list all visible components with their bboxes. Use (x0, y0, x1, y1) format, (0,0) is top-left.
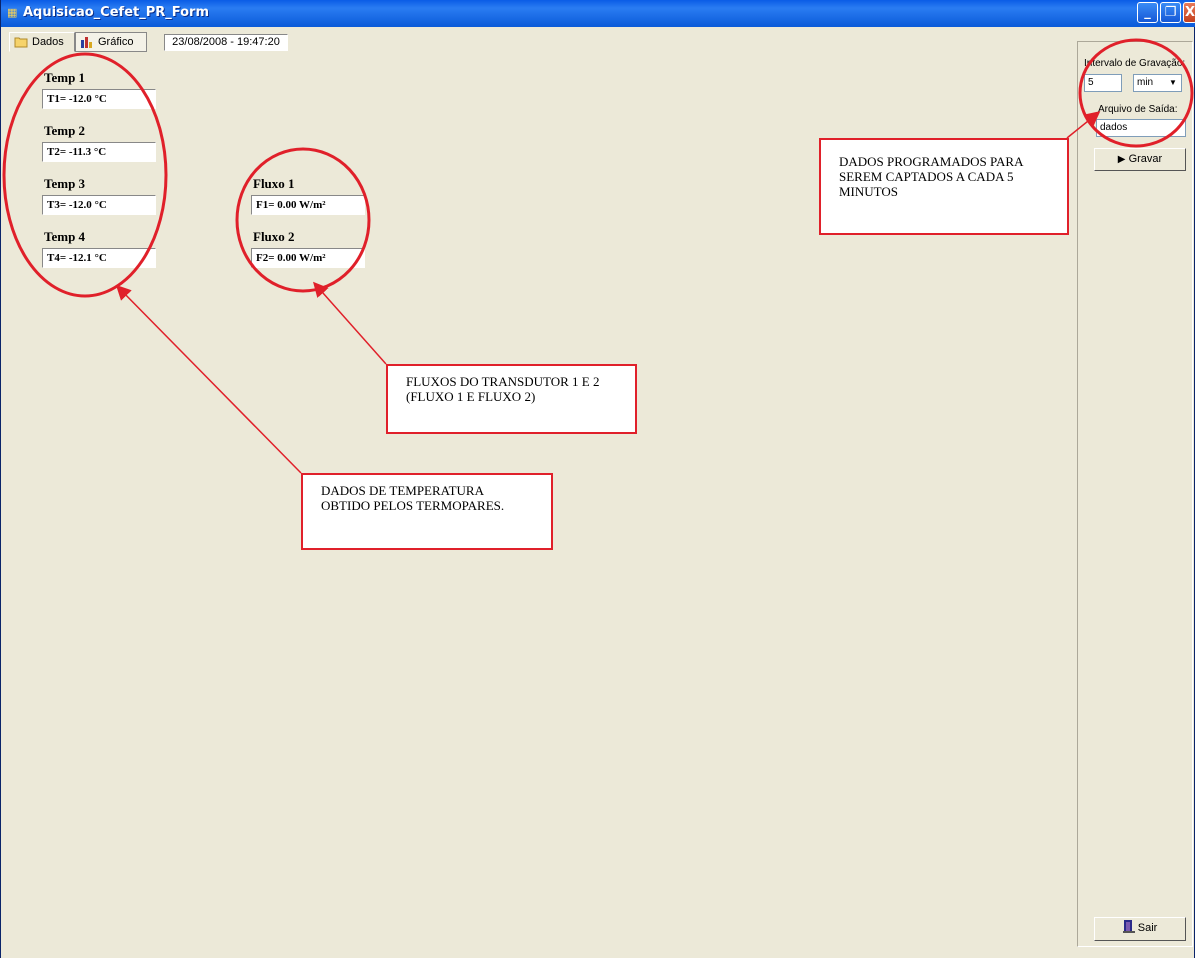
close-button[interactable]: X (1183, 2, 1195, 23)
flux-2-value: F2= 0.00 W/m² (251, 248, 365, 268)
flux-2-label: Fluxo 2 (253, 229, 295, 244)
app-icon: ▦ (7, 6, 18, 19)
restore-button[interactable]: ❐ (1160, 2, 1181, 23)
interval-unit-select[interactable]: min ▼ (1133, 74, 1182, 92)
save-button-label: Gravar (1128, 153, 1163, 165)
door-icon (1122, 920, 1135, 933)
interval-label: Intervalo de Gravação: (1084, 58, 1186, 69)
exit-button-label: Sair (1137, 922, 1158, 934)
temperature-note: DADOS DE TEMPERATURA OBTIDO PELOS TERMOP… (301, 473, 553, 550)
chevron-down-icon[interactable]: ▼ (1166, 76, 1180, 90)
bar-chart-icon (81, 37, 92, 48)
window-title: Aquisicao_Cefet_PR_Form (23, 5, 210, 20)
temp-2-value: T2= -11.3 °C (42, 142, 156, 162)
temp-2-label: Temp 2 (44, 123, 86, 138)
temp-1-label: Temp 1 (44, 70, 86, 85)
program-note: DADOS PROGRAMADOS PARA SEREM CAPTADOS A … (819, 138, 1069, 235)
title-bar[interactable]: ▦ Aquisicao_Cefet_PR_Form _ ❐ X (1, 0, 1195, 27)
exit-button[interactable]: Sair (1094, 917, 1186, 941)
temp-4-value: T4= -12.1 °C (42, 248, 156, 268)
flux-1-value: F1= 0.00 W/m² (251, 195, 365, 215)
temp-3-value: T3= -12.0 °C (42, 195, 156, 215)
flux-note: FLUXOS DO TRANSDUTOR 1 E 2 (FLUXO 1 E FL… (386, 364, 637, 434)
folder-icon (14, 37, 28, 48)
datetime-display: 23/08/2008 - 19:47:20 (164, 34, 288, 51)
flux-highlight-circle (235, 147, 371, 293)
app-window: ▦ Aquisicao_Cefet_PR_Form _ ❐ X Dados Gr… (0, 0, 1195, 958)
temp-4-label: Temp 4 (44, 229, 86, 244)
tab-dados-label: Dados (32, 36, 64, 48)
play-icon: ▶ (1117, 154, 1126, 165)
output-file-input[interactable]: dados (1096, 119, 1186, 137)
save-button[interactable]: ▶ Gravar (1094, 148, 1186, 171)
flux-arrow (313, 281, 387, 365)
temp-3-label: Temp 3 (44, 176, 86, 191)
output-file-label: Arquivo de Saída: (1098, 104, 1178, 115)
tab-grafico-label: Gráfico (98, 36, 134, 48)
temperature-arrow (115, 284, 302, 474)
recording-panel: Intervalo de Gravação: 5 min ▼ Arquivo d… (1077, 41, 1193, 947)
tab-grafico[interactable]: Gráfico (75, 32, 147, 52)
flux-1-label: Fluxo 1 (253, 176, 295, 191)
tab-dados[interactable]: Dados (9, 32, 75, 52)
minimize-button[interactable]: _ (1137, 2, 1158, 23)
interval-input[interactable]: 5 (1084, 74, 1122, 92)
temp-1-value: T1= -12.0 °C (42, 89, 156, 109)
interval-unit-value: min (1137, 77, 1154, 88)
